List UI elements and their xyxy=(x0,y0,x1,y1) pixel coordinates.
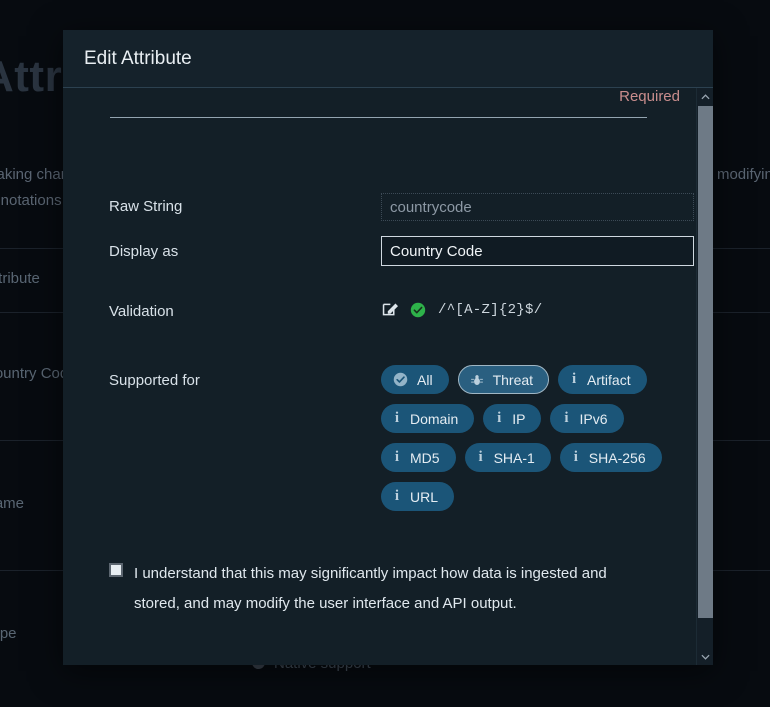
chip-domain[interactable]: i Domain xyxy=(381,404,475,433)
supported-for-label: Supported for xyxy=(109,372,200,389)
dialog-header: Edit Attribute xyxy=(63,30,713,88)
chip-label: All xyxy=(417,371,433,388)
check-circle-icon xyxy=(410,302,426,318)
info-icon: i xyxy=(564,410,569,426)
chip-artifact[interactable]: i Artifact xyxy=(558,365,647,394)
validation-value-group: /^[A-Z]{2}$/ xyxy=(381,301,542,318)
chip-label: SHA-256 xyxy=(588,449,646,466)
dialog-title: Edit Attribute xyxy=(84,47,192,69)
raw-string-label: Raw String xyxy=(109,198,183,215)
field-validation: Validation /^[A-Z]{2}$/ xyxy=(109,301,709,321)
chip-url[interactable]: i URL xyxy=(381,482,455,511)
chip-label: SHA-1 xyxy=(493,449,535,466)
check-circle-icon xyxy=(393,372,408,387)
raw-string-input[interactable] xyxy=(381,193,694,221)
chevron-down-icon[interactable] xyxy=(697,648,713,665)
field-raw-string: Raw String xyxy=(109,193,709,221)
display-as-input[interactable] xyxy=(381,236,694,266)
consent-text: I understand that this may significantly… xyxy=(134,565,607,612)
chip-label: IPv6 xyxy=(579,410,608,427)
display-as-label: Display as xyxy=(109,243,179,260)
validation-label: Validation xyxy=(109,303,174,320)
info-icon: i xyxy=(478,449,483,465)
info-icon: i xyxy=(394,488,400,504)
chip-sha-1[interactable]: i SHA-1 xyxy=(464,443,551,472)
info-icon: i xyxy=(571,371,577,387)
dialog-body: Required Raw String Display as Validatio… xyxy=(63,88,713,665)
edit-attribute-dialog: Edit Attribute Required Raw String Displ… xyxy=(63,30,713,665)
validation-regex: /^[A-Z]{2}$/ xyxy=(438,301,543,318)
chip-label: Threat xyxy=(492,371,534,388)
dialog-content: Required Raw String Display as Validatio… xyxy=(63,88,713,665)
field-supported-for: Supported for All Threat i Artifact i Domain i… xyxy=(109,365,709,511)
bug-icon xyxy=(470,373,484,387)
info-icon: i xyxy=(394,410,400,426)
chip-label: MD5 xyxy=(410,449,440,466)
chip-label: IP xyxy=(512,410,526,427)
chip-label: Artifact xyxy=(587,371,631,388)
chip-threat[interactable]: Threat xyxy=(457,365,550,394)
consent-checkbox[interactable] xyxy=(109,563,123,577)
scrollbar-thumb[interactable] xyxy=(698,106,713,618)
chip-label: URL xyxy=(410,488,439,505)
field-display-as: Display as xyxy=(109,236,709,266)
info-icon: i xyxy=(497,410,502,426)
info-icon: i xyxy=(573,449,578,465)
edit-square-icon[interactable] xyxy=(381,301,398,318)
chip-ip[interactable]: i IP xyxy=(483,404,542,433)
info-icon: i xyxy=(394,449,400,465)
required-label: Required xyxy=(619,88,680,105)
consent-row: I understand that this may significantly… xyxy=(109,559,649,619)
supported-for-chip-group: All Threat i Artifact i Domain i IP i IPv6 i MD5 i SH… xyxy=(381,365,701,511)
background-row-name: Name xyxy=(0,495,25,512)
chip-all[interactable]: All xyxy=(381,365,449,394)
chip-ipv6[interactable]: i IPv6 xyxy=(550,404,624,433)
screen: Attributes Making changes to attributes … xyxy=(0,0,770,707)
background-row-attribute: Attribute xyxy=(0,270,40,287)
chevron-up-icon[interactable] xyxy=(697,88,713,105)
chip-label: Domain xyxy=(410,410,459,427)
chip-md5[interactable]: i MD5 xyxy=(381,443,456,472)
dialog-scrollbar[interactable] xyxy=(696,88,713,665)
form-top-rule xyxy=(110,117,647,118)
chip-sha-256[interactable]: i SHA-256 xyxy=(559,443,662,472)
background-row-type: Type xyxy=(0,625,17,642)
